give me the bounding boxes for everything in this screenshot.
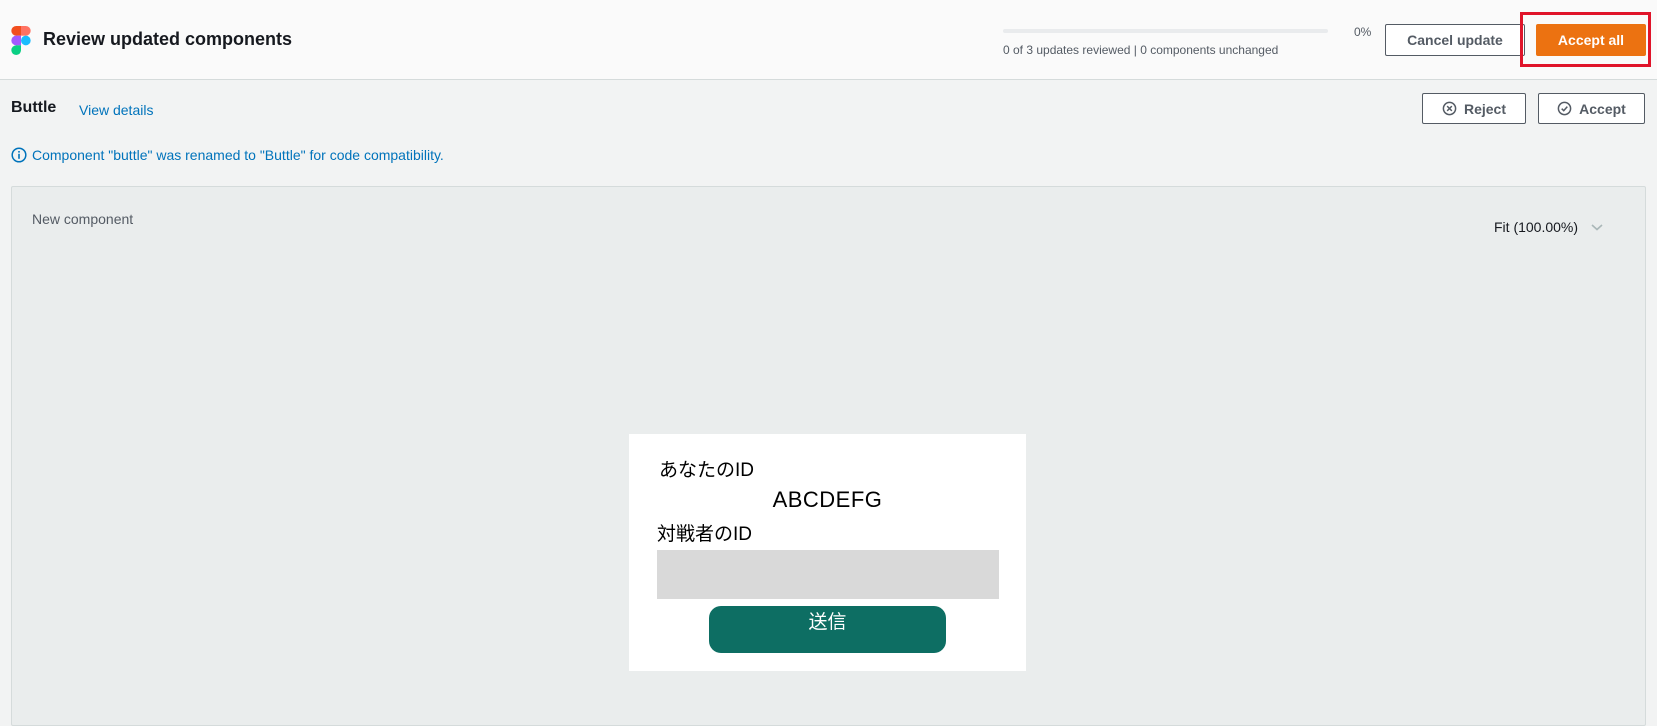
- info-message: Component "buttle" was renamed to "Buttl…: [11, 147, 444, 163]
- figma-logo: [11, 26, 31, 55]
- accept-button[interactable]: Accept: [1538, 93, 1645, 124]
- accept-all-button[interactable]: Accept all: [1536, 24, 1646, 56]
- your-id-value: ABCDEFG: [772, 487, 883, 512]
- component-name: Buttle: [11, 99, 57, 116]
- send-button[interactable]: 送信: [709, 606, 946, 653]
- opponent-id-input[interactable]: [657, 550, 999, 599]
- cancel-update-button[interactable]: Cancel update: [1385, 24, 1525, 56]
- info-message-text: Component "buttle" was renamed to "Buttl…: [32, 147, 444, 163]
- chevron-down-icon: [1591, 224, 1603, 231]
- your-id-label: あなたのID: [659, 460, 755, 481]
- page-title: Review updated components: [43, 29, 293, 49]
- review-progress-summary: 0 of 3 updates reviewed | 0 components u…: [1003, 43, 1279, 57]
- zoom-select[interactable]: Fit (100.00%): [1494, 219, 1604, 235]
- reject-button[interactable]: Reject: [1422, 93, 1526, 124]
- review-progress-bar: [1003, 29, 1328, 33]
- top-header: Review updated components 0% 0 of 3 upda…: [0, 0, 1657, 80]
- component-preview-card: あなたのID ABCDEFG 対戦者のID 送信: [629, 434, 1026, 671]
- close-circle-icon: [1442, 101, 1457, 116]
- reject-button-label: Reject: [1463, 100, 1507, 117]
- preview-panel: New component Fit (100.00%) あなたのID ABCDE…: [11, 186, 1646, 726]
- review-progress-percent: 0%: [1354, 25, 1372, 39]
- view-details-link[interactable]: View details: [79, 102, 153, 118]
- preview-label: New component: [32, 211, 134, 227]
- opponent-id-label: 対戦者のID: [657, 524, 753, 545]
- info-icon: [11, 147, 27, 163]
- zoom-select-value: Fit (100.00%): [1494, 219, 1579, 235]
- accept-button-label: Accept: [1579, 100, 1626, 117]
- check-circle-icon: [1557, 101, 1572, 116]
